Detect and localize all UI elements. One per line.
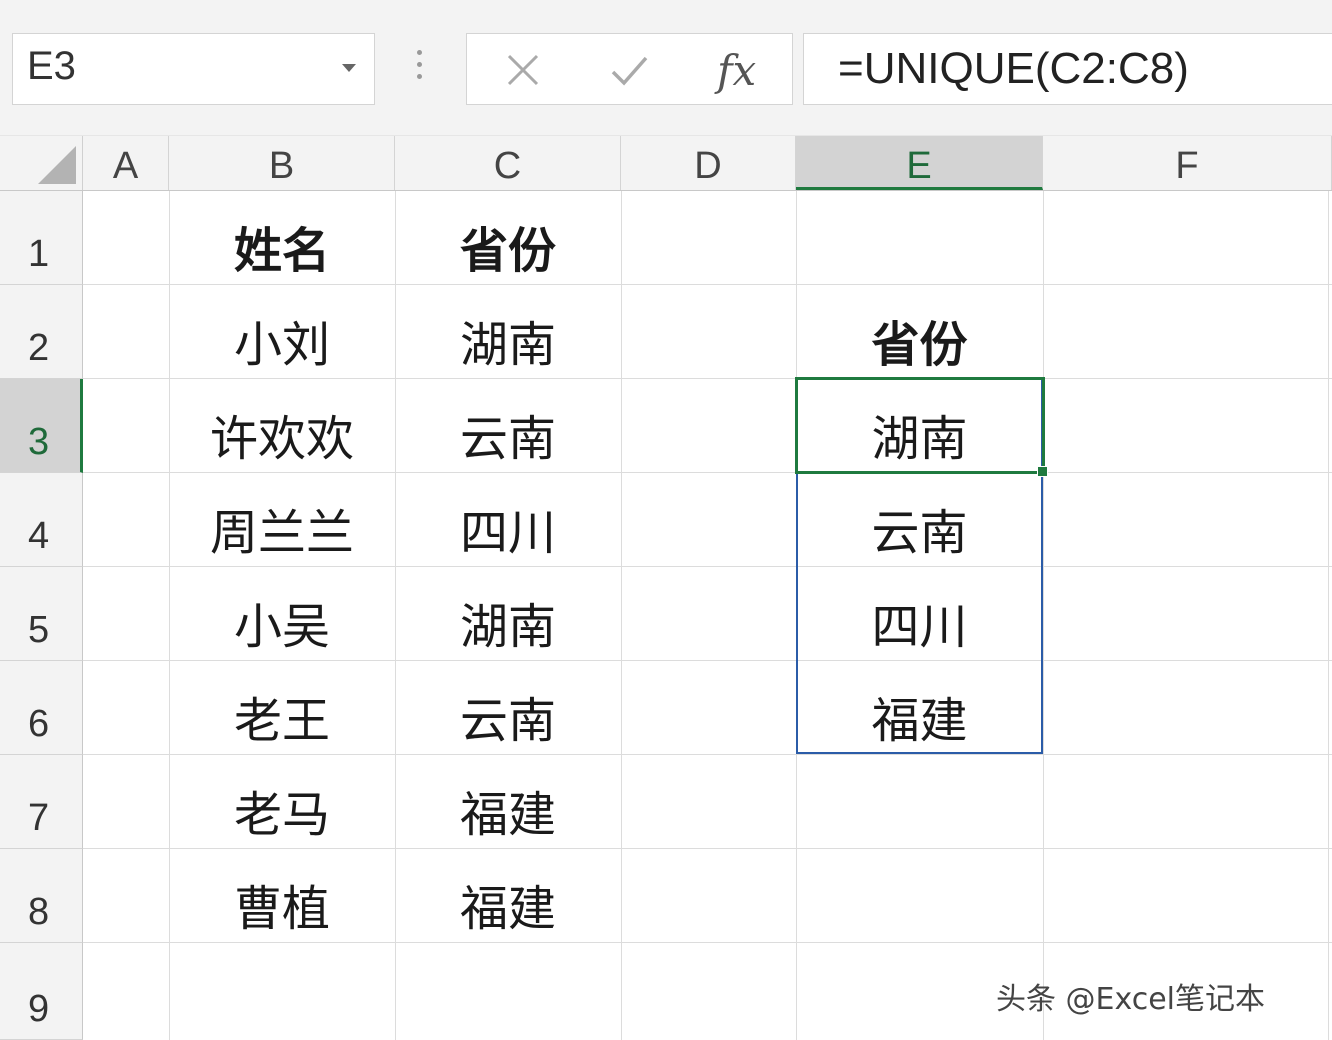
- cell-b4[interactable]: 周兰兰: [169, 473, 395, 567]
- cell-c6[interactable]: 云南: [395, 661, 621, 755]
- formula-toolbar: E3 fx =UNIQUE(C2:C8): [0, 0, 1332, 136]
- row-header-4[interactable]: 4: [0, 473, 83, 567]
- cell-b3[interactable]: 许欢欢: [169, 379, 395, 473]
- row-header-7[interactable]: 7: [0, 755, 83, 849]
- cell-b1[interactable]: 姓名: [169, 191, 395, 285]
- row-header-8[interactable]: 8: [0, 849, 83, 943]
- cell-e5[interactable]: 四川: [796, 567, 1043, 661]
- row-header-1[interactable]: 1: [0, 191, 83, 285]
- row-header-5[interactable]: 5: [0, 567, 83, 661]
- grid-line: [1328, 191, 1329, 1040]
- cell-b2[interactable]: 小刘: [169, 285, 395, 379]
- grid-line: [621, 191, 622, 1040]
- row-header-6[interactable]: 6: [0, 661, 83, 755]
- column-header-a[interactable]: A: [83, 136, 169, 190]
- cancel-icon[interactable]: [501, 48, 545, 92]
- formula-controls: fx: [466, 33, 793, 105]
- grid-line: [1043, 191, 1044, 1040]
- cell-e6[interactable]: 福建: [796, 661, 1043, 755]
- cell-c3[interactable]: 云南: [395, 379, 621, 473]
- select-all-corner[interactable]: [0, 136, 83, 190]
- column-header-b[interactable]: B: [169, 136, 395, 190]
- chevron-down-icon[interactable]: [342, 64, 356, 72]
- name-box-value: E3: [27, 44, 76, 88]
- cell-c5[interactable]: 湖南: [395, 567, 621, 661]
- cell-b7[interactable]: 老马: [169, 755, 395, 849]
- insert-function-button[interactable]: fx: [717, 46, 756, 95]
- cell-c4[interactable]: 四川: [395, 473, 621, 567]
- formula-input[interactable]: =UNIQUE(C2:C8): [803, 33, 1332, 105]
- cell-c7[interactable]: 福建: [395, 755, 621, 849]
- cell-b6[interactable]: 老王: [169, 661, 395, 755]
- column-headers: A B C D E F: [0, 136, 1332, 191]
- row-header-9[interactable]: 9: [0, 943, 83, 1040]
- more-options-icon[interactable]: [412, 50, 426, 86]
- cell-c1[interactable]: 省份: [395, 191, 621, 285]
- cell-e3[interactable]: 湖南: [796, 379, 1043, 473]
- fill-handle[interactable]: [1037, 466, 1048, 477]
- cell-c2[interactable]: 湖南: [395, 285, 621, 379]
- cell-b5[interactable]: 小吴: [169, 567, 395, 661]
- formula-text: =UNIQUE(C2:C8): [838, 44, 1189, 93]
- confirm-check-icon[interactable]: [607, 48, 651, 92]
- cell-e2[interactable]: 省份: [796, 285, 1043, 379]
- column-header-e[interactable]: E: [796, 136, 1043, 190]
- column-header-c[interactable]: C: [395, 136, 621, 190]
- cell-c8[interactable]: 福建: [395, 849, 621, 943]
- watermark: 头条 @Excel笔记本: [996, 982, 1266, 1017]
- cell-e4[interactable]: 云南: [796, 473, 1043, 567]
- name-box[interactable]: E3: [12, 33, 375, 105]
- row-header-2[interactable]: 2: [0, 285, 83, 379]
- column-header-d[interactable]: D: [621, 136, 796, 190]
- column-header-f[interactable]: F: [1043, 136, 1332, 190]
- cell-b8[interactable]: 曹植: [169, 849, 395, 943]
- row-header-3[interactable]: 3: [0, 379, 83, 473]
